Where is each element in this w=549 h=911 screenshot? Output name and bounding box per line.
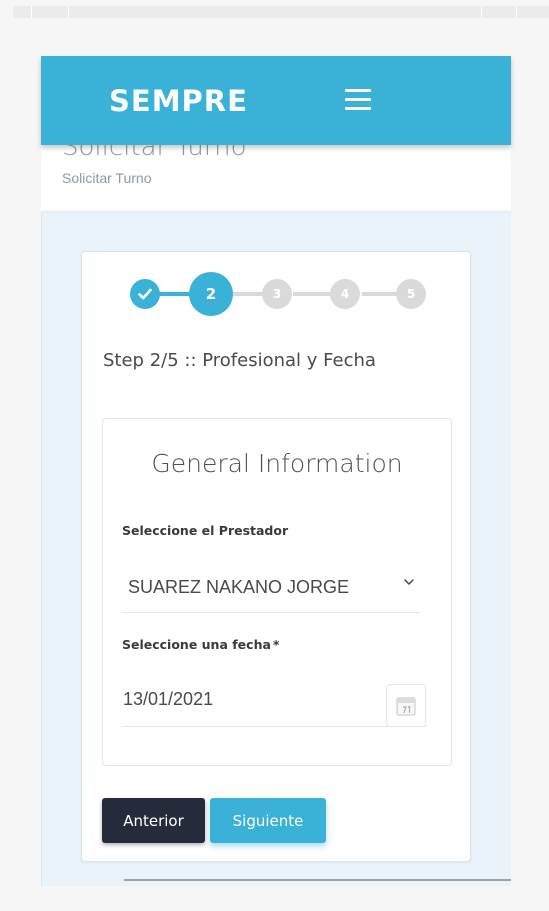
strip-divider [68,6,69,18]
date-label: Seleccione una fecha * [122,637,279,652]
required-mark: * [272,637,280,652]
date-label-text: Seleccione una fecha [122,637,271,652]
strip-divider [516,6,517,18]
previous-button[interactable]: Anterior [102,798,205,843]
provider-label: Seleccione el Prestador [122,523,289,538]
calendar-button[interactable] [386,684,426,727]
general-information-card: General Information Seleccione el Presta… [102,418,452,766]
section-title: General Information [151,449,403,478]
step-4[interactable]: 4 [330,279,360,309]
provider-select[interactable]: SUAREZ NAKANO JORGE [122,561,420,613]
wizard-card: 2 3 4 5 Step 2/5 :: Profesional y Fecha … [81,251,471,862]
strip-divider [481,6,482,18]
strip-divider [31,6,32,18]
breadcrumb[interactable]: Solicitar Turno [62,170,151,186]
brand-logo[interactable]: SEMPRE [109,84,248,118]
step-connector [293,292,333,296]
hamburger-menu-icon[interactable] [345,89,371,111]
provider-selected-value: SUAREZ NAKANO JORGE [128,577,350,597]
check-icon [138,288,152,300]
step-3[interactable]: 3 [262,279,292,309]
chevron-down-icon [404,579,414,585]
date-input[interactable]: 13/01/2021 [122,673,427,727]
step-connector [362,292,400,296]
bottom-divider [124,879,511,881]
step-5[interactable]: 5 [396,279,426,309]
top-navbar: SEMPRE [41,56,511,145]
step-caption: Step 2/5 :: Profesional y Fecha [103,350,376,371]
browser-top-strip [13,6,549,18]
next-button[interactable]: Siguiente [210,798,326,843]
calendar-icon [396,697,416,716]
date-value: 13/01/2021 [123,689,214,709]
step-progress: 2 3 4 5 [82,252,470,342]
step-1-done[interactable] [130,279,160,309]
step-2-current[interactable]: 2 [189,272,233,316]
